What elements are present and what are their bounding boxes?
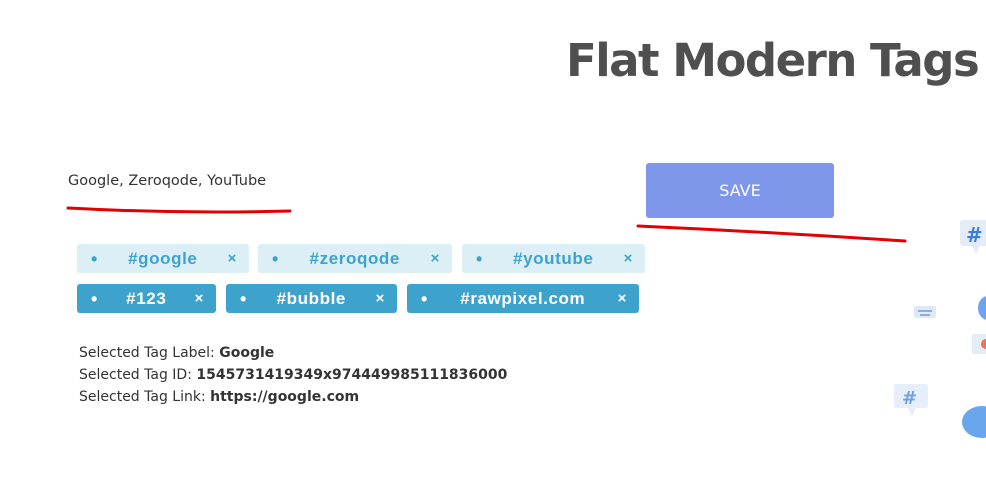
tag-bubble[interactable]: • #bubble ×	[226, 284, 397, 313]
tag-dot-icon: •	[421, 288, 428, 309]
tag-remove-icon[interactable]: ×	[195, 290, 204, 307]
selected-label-value: Google	[219, 345, 275, 361]
tag-label: #bubble	[276, 288, 346, 308]
blue-bubble-icon	[978, 296, 986, 320]
tag-dot-icon: •	[91, 288, 98, 309]
selected-label-line: Selected Tag Label: Google	[79, 345, 275, 361]
save-button[interactable]: SAVE	[646, 163, 834, 218]
tag-dot-icon: •	[476, 248, 483, 269]
selected-id-line: Selected Tag ID: 1545731419349x974449985…	[79, 367, 508, 383]
page-title: Flat Modern Tags	[566, 34, 980, 87]
selected-tag-info: Selected Tag Label: Google Selected Tag …	[79, 342, 507, 408]
tag-label: #google	[128, 248, 198, 268]
tag-label: #rawpixel.com	[460, 288, 586, 308]
tag-label: #123	[126, 288, 167, 308]
chat-bubble-icon	[914, 306, 936, 318]
tag-remove-icon[interactable]: ×	[228, 250, 237, 267]
heart-bubble-icon	[972, 334, 986, 354]
svg-text:#: #	[966, 223, 983, 247]
selected-link-line: Selected Tag Link: https://google.com	[79, 389, 360, 405]
decorative-illustration: # #	[894, 220, 986, 438]
tag-123[interactable]: • #123 ×	[77, 284, 216, 313]
selected-id-value: 1545731419349x974449985111836000	[196, 367, 508, 383]
tags-input[interactable]	[66, 172, 330, 190]
tag-dot-icon: •	[91, 248, 98, 269]
tag-remove-icon[interactable]: ×	[431, 250, 440, 267]
hash-bubble-icon: #	[960, 220, 986, 254]
tag-label: #zeroqode	[309, 248, 400, 268]
tag-youtube[interactable]: • #youtube ×	[462, 244, 645, 273]
blue-bubble-large-icon	[962, 406, 986, 438]
tag-google[interactable]: • #google ×	[77, 244, 249, 273]
tag-zeroqode[interactable]: • #zeroqode ×	[258, 244, 452, 273]
selected-link-value: https://google.com	[210, 389, 360, 405]
svg-text:#: #	[902, 388, 917, 409]
tag-remove-icon[interactable]: ×	[376, 290, 385, 307]
hash-small-icon: #	[894, 384, 928, 416]
tag-dot-icon: •	[272, 248, 279, 269]
tag-dot-icon: •	[240, 288, 247, 309]
tag-label: #youtube	[513, 248, 594, 268]
tag-remove-icon[interactable]: ×	[618, 290, 627, 307]
tag-remove-icon[interactable]: ×	[624, 250, 633, 267]
tag-rawpixel[interactable]: • #rawpixel.com ×	[407, 284, 639, 313]
